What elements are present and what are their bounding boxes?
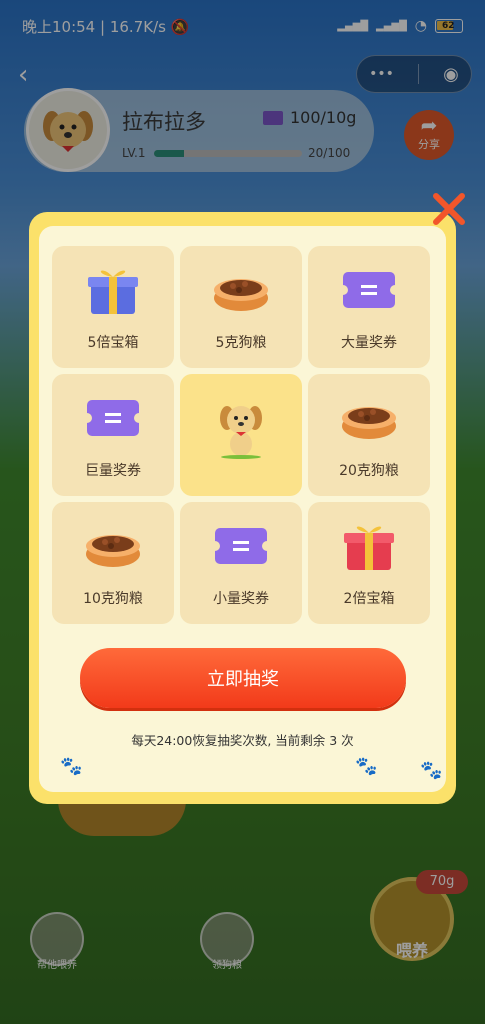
back-icon[interactable]: ‹ — [18, 62, 28, 88]
purple-ticket-icon — [211, 528, 271, 564]
gift-box-red-icon — [344, 526, 394, 570]
prize-cell: 2倍宝箱 — [308, 502, 430, 624]
purple-ticket-icon — [339, 272, 399, 308]
prize-label: 10克狗粮 — [83, 591, 143, 607]
share-button[interactable]: ➦ 分享 — [404, 110, 454, 160]
food-amount-badge: 70g — [416, 870, 468, 894]
status-right: ▂▄▆█ ▂▄▆█ ◔ 62 — [337, 18, 463, 34]
paw-icon: 🐾 — [60, 756, 83, 777]
prize-cell: 巨量奖券 — [52, 374, 174, 496]
prize-label: 5克狗粮 — [215, 335, 267, 351]
share-label: 分享 — [418, 138, 440, 151]
more-icon[interactable]: ••• — [369, 66, 394, 82]
bowl-plate — [58, 800, 186, 836]
avatar — [26, 88, 110, 172]
help-feed-label: 帮他喂养 — [37, 960, 77, 971]
status-left: 晚上10:54 | 16.7K/s 🔕 — [22, 17, 190, 36]
mute-bell-icon: 🔕 — [170, 17, 190, 36]
prize-label: 2倍宝箱 — [343, 591, 395, 607]
xp-value: 20/100 — [308, 146, 351, 160]
network-speed: 16.7K/s — [109, 17, 166, 36]
ticket-icon — [263, 111, 283, 125]
wifi-icon: ◔ — [414, 18, 427, 34]
feed-label: 喂养 — [395, 941, 428, 960]
prize-label: 小量奖券 — [213, 591, 269, 607]
close-program-icon[interactable]: ◉ — [443, 64, 459, 85]
dog-food-bowl-icon — [214, 279, 268, 311]
prize-cell: 20克狗粮 — [308, 374, 430, 496]
signal-icon-2: ▂▄▆█ — [376, 20, 407, 32]
mini-program-capsule: ••• ◉ — [356, 55, 472, 93]
paw-icon: 🐾 — [420, 760, 443, 781]
dog-food-bowl-icon — [342, 407, 396, 439]
battery-level: 62 — [442, 21, 455, 31]
gift-box-blue-icon — [88, 270, 138, 314]
prize-label: 5倍宝箱 — [87, 335, 139, 351]
pet-name: 拉布拉多 — [122, 110, 206, 134]
prize-cell — [180, 374, 302, 496]
get-food-label: 领狗粮 — [212, 960, 242, 971]
prize-label: 大量奖券 — [341, 335, 397, 351]
prize-cell: 大量奖券 — [308, 246, 430, 368]
prize-label: 巨量奖券 — [85, 463, 141, 479]
prize-label: 20克狗粮 — [339, 463, 399, 479]
xp-progress-fill — [154, 150, 184, 157]
battery-icon: 62 — [435, 19, 463, 33]
dog-food-bowl-icon — [86, 535, 140, 567]
xp-progress-bar — [154, 150, 302, 157]
prize-cell: 5倍宝箱 — [52, 246, 174, 368]
prize-cell: 小量奖券 — [180, 502, 302, 624]
dog-avatar-icon — [43, 111, 93, 152]
clock: 晚上10:54 — [22, 17, 96, 36]
draw-remaining-note: 每天24:00恢复抽奖次数, 当前剩余 3 次 — [131, 733, 354, 748]
prize-cell: 5克狗粮 — [180, 246, 302, 368]
purple-ticket-icon — [83, 400, 143, 436]
pet-level: LV.1 — [122, 146, 146, 160]
ticket-count: 100/10g — [290, 108, 357, 127]
status-bar: 晚上10:54 | 16.7K/s 🔕 ▂▄▆█ ▂▄▆█ ◔ 62 — [0, 0, 485, 52]
close-icon[interactable] — [430, 190, 468, 228]
prize-cell: 10克狗粮 — [52, 502, 174, 624]
paw-icon: 🐾 — [355, 756, 378, 777]
draw-button[interactable]: 立即抽奖 — [80, 648, 406, 708]
puppy-icon — [220, 406, 262, 459]
signal-icon: ▂▄▆█ — [337, 20, 369, 32]
